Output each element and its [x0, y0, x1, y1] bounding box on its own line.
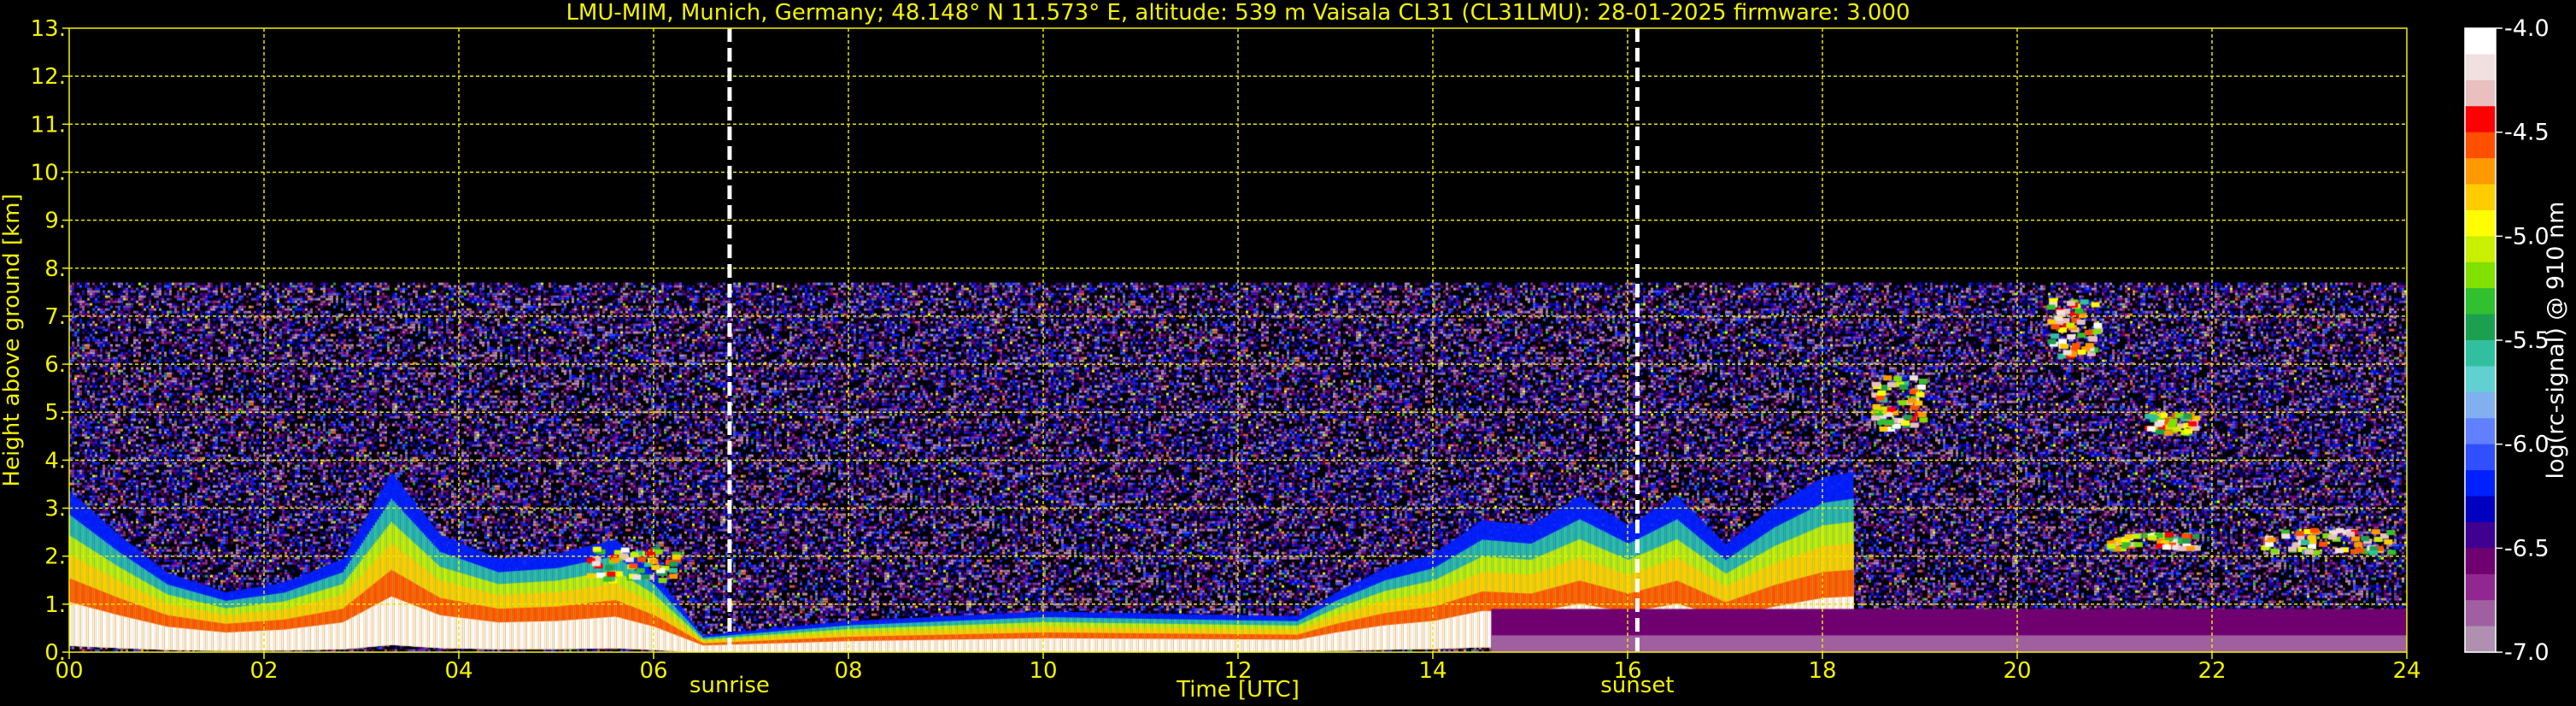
y-tick-label: 3. [44, 497, 66, 522]
y-tick-label: 0. [44, 640, 66, 666]
colorbar-segment [2465, 79, 2496, 107]
y-tick-label: 4. [44, 448, 66, 474]
x-tick-label: 04 [444, 658, 472, 684]
chart-title: LMU-MIM, Munich, Germany; 48.148° N 11.5… [566, 0, 1910, 26]
x-tick-label: 18 [1808, 658, 1836, 684]
y-tick-label: 7. [44, 304, 66, 330]
colorbar-segment [2465, 521, 2496, 549]
colorbar-segment [2465, 444, 2496, 471]
y-tick-label: 6. [44, 352, 66, 378]
colorbar-segment [2465, 366, 2496, 393]
colorbar-segment [2465, 132, 2496, 159]
x-tick-label: 06 [639, 658, 667, 684]
event-label-sunrise: sunrise [689, 673, 770, 698]
colorbar-segment [2465, 496, 2496, 523]
colorbar-segment [2465, 548, 2496, 575]
y-tick-label: 12. [31, 64, 66, 90]
x-tick-label: 08 [834, 658, 862, 684]
colorbar-segment [2465, 470, 2496, 497]
x-tick-label: 22 [2198, 658, 2226, 684]
y-tick-label: 9. [44, 209, 66, 234]
x-tick-label: 02 [249, 658, 278, 684]
colorbar-segment [2465, 574, 2496, 601]
colorbar-segment [2465, 54, 2496, 81]
colorbar-segment [2465, 391, 2496, 419]
colorbar-segment [2465, 340, 2496, 368]
colorbar-label: log(rc-signal) @ 910 nm [2543, 202, 2569, 479]
x-axis-label: Time [UTC] [1176, 677, 1300, 703]
y-axis-label: Height above ground [km] [0, 193, 25, 486]
y-tick-label: 2. [44, 544, 66, 570]
colorbar-segment [2465, 28, 2496, 56]
x-tick-label: 16 [1613, 658, 1641, 684]
x-tick-label: 10 [1029, 658, 1057, 684]
y-tick-label: 10. [31, 160, 66, 185]
colorbar-segment [2465, 600, 2496, 627]
colorbar-tick-label: -6.5 [2504, 535, 2550, 562]
y-tick-label: 11. [31, 112, 66, 138]
x-tick-label: 14 [1418, 658, 1446, 684]
x-tick-label: 24 [2392, 658, 2421, 684]
colorbar-segment [2465, 418, 2496, 445]
colorbar-segment [2465, 262, 2496, 289]
y-tick-label: 13. [31, 16, 66, 42]
x-tick-label: 20 [2003, 658, 2031, 684]
colorbar-segment [2465, 626, 2496, 653]
colorbar-segment [2465, 209, 2496, 237]
colorbar-tick-label: -4.5 [2504, 120, 2550, 146]
colorbar-segment [2465, 288, 2496, 315]
y-tick-label: 1. [44, 592, 66, 618]
ceilometer-chart: sunrise sunset 00 02 04 06 08 10 12 14 16 18 20 22 24… [0, 0, 2576, 706]
colorbar-segment [2465, 158, 2496, 185]
colorbar-segment [2465, 314, 2496, 341]
colorbar-segment [2465, 236, 2496, 263]
colorbar-segment [2465, 106, 2496, 133]
y-tick-label: 8. [44, 256, 66, 282]
y-tick-label: 5. [44, 400, 66, 426]
colorbar-tick-label: -7.0 [2504, 639, 2550, 666]
colorbar-segment [2465, 184, 2496, 211]
colorbar-tick-label: -4.0 [2504, 15, 2550, 42]
